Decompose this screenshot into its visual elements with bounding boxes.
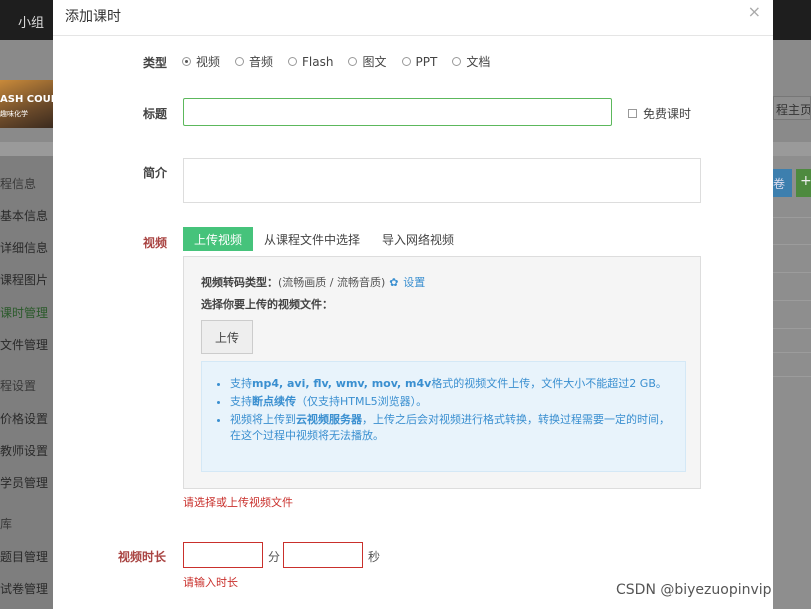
background-row-line (773, 352, 811, 353)
video-label: 视频 (143, 236, 168, 250)
free-lesson-checkbox[interactable]: 免费课时 (628, 105, 691, 122)
free-lesson-label: 免费课时 (643, 107, 692, 121)
duration-error-text: 请输入时长 (183, 576, 238, 589)
upload-info-list: 支持mp4, avi, flv, wmv, mov, m4v格式的视频文件上传，… (230, 376, 670, 446)
background-row-line (773, 217, 811, 218)
modal-header: 添加课时 × (53, 0, 773, 36)
course-thumbnail-title: ASH COURSE (0, 94, 54, 105)
modal-title: 添加课时 (65, 9, 121, 25)
transcode-value: (流畅画质 / 流畅音质) (278, 276, 386, 289)
duration-label: 视频时长 (118, 550, 167, 564)
radio-label: PPT (415, 54, 438, 69)
background-main-panel (773, 156, 811, 609)
radio-label: Flash (302, 54, 334, 69)
upload-button[interactable]: 上传 (201, 320, 253, 354)
title-label: 标题 (143, 107, 168, 121)
add-lesson-modal: 添加课时 × 类型 视频 音频 Flash 图文 PPT 文档 标题 免费课时 简介 视频… (53, 0, 773, 609)
watermark: CSDN @biyezuopinvip (616, 582, 772, 598)
sidebar-item[interactable]: 试卷管理 (0, 580, 54, 597)
radio-button[interactable] (235, 57, 245, 66)
choose-file-text: 选择你要上传的视频文件： (201, 298, 333, 311)
sidebar-item[interactable]: 课程图片 (0, 271, 54, 288)
radio-button[interactable] (452, 57, 462, 66)
upload-info-post: （仅支持HTML5浏览器）。 (296, 395, 428, 408)
background-row-line (773, 300, 811, 301)
type-radio-option[interactable]: 文档 (452, 53, 490, 70)
background-row-line (773, 328, 811, 329)
upload-panel: 视频转码类型： (流畅画质 / 流畅音质) ✿ 设置 选择你要上传的视频文件： … (183, 256, 701, 489)
background-add-button[interactable]: + (796, 169, 811, 197)
upload-info-box: 支持mp4, avi, flv, wmv, mov, m4v格式的视频文件上传，… (201, 361, 686, 472)
upload-info-bold: mp4, avi, flv, wmv, mov, m4v (252, 377, 432, 390)
type-radio-group: 视频 音频 Flash 图文 PPT 文档 (182, 53, 505, 70)
radio-label: 文档 (466, 55, 491, 69)
radio-label: 音频 (249, 55, 274, 69)
background-row-line (773, 272, 811, 273)
sidebar: 程信息基本信息详细信息课程图片课时管理文件管理程设置价格设置教师设置学员管理库题… (0, 156, 54, 609)
course-thumbnail: ASH COURSE 趣味化学 (0, 80, 54, 128)
background-row-line (773, 376, 811, 377)
upload-info-bold: 断点续传 (252, 395, 296, 408)
background-blue-button[interactable]: 卷 (773, 169, 792, 197)
upload-info-item: 支持mp4, avi, flv, wmv, mov, m4v格式的视频文件上传，… (230, 376, 670, 392)
radio-button[interactable] (182, 57, 191, 66)
background-row-line (773, 244, 811, 245)
course-thumbnail-subtitle: 趣味化学 (0, 110, 28, 118)
upload-info-pre: 支持 (230, 395, 252, 408)
transcode-settings-link[interactable]: 设置 (403, 274, 425, 290)
close-icon[interactable]: × (748, 2, 761, 21)
sidebar-item: 程信息 (0, 177, 37, 191)
upload-info-pre: 支持 (230, 377, 252, 390)
sidebar-item[interactable]: 题目管理 (0, 548, 54, 565)
transcode-key: 视频转码类型： (201, 276, 278, 289)
radio-label: 图文 (362, 55, 387, 69)
video-source-tab[interactable]: 导入网络视频 (371, 227, 465, 251)
checkbox-box[interactable] (628, 109, 637, 118)
summary-label: 简介 (143, 166, 168, 180)
type-radio-option[interactable]: 图文 (348, 53, 387, 70)
video-error-text: 请选择或上传视频文件 (183, 496, 293, 509)
minutes-unit: 分 (268, 550, 281, 564)
upload-info-bold: 云视频服务器 (296, 413, 362, 426)
sidebar-item[interactable]: 课时管理 (0, 304, 54, 321)
sidebar-item[interactable]: 价格设置 (0, 410, 54, 427)
video-source-tab[interactable]: 上传视频 (183, 227, 254, 251)
upload-info-pre: 视频将上传到 (230, 413, 296, 426)
video-source-tab[interactable]: 从课程文件中选择 (253, 227, 371, 251)
nav-item-group[interactable]: 小组 (18, 12, 44, 31)
radio-label: 视频 (196, 55, 221, 69)
sidebar-item[interactable]: 教师设置 (0, 442, 54, 459)
upload-info-item: 支持断点续传（仅支持HTML5浏览器）。 (230, 394, 670, 410)
summary-editor[interactable] (183, 158, 701, 203)
sidebar-item[interactable]: 详细信息 (0, 239, 54, 256)
type-label: 类型 (143, 56, 168, 70)
video-source-tabs: 上传视频 从课程文件中选择 导入网络视频 (183, 227, 465, 251)
type-radio-option[interactable]: Flash (288, 53, 333, 70)
sidebar-item[interactable]: 文件管理 (0, 336, 54, 353)
type-radio-option[interactable]: PPT (401, 53, 438, 70)
upload-info-item: 视频将上传到云视频服务器，上传之后会对视频进行格式转换，转换过程需要一定的时间，… (230, 412, 670, 444)
course-home-link[interactable]: 程主页 (773, 96, 811, 120)
radio-button[interactable] (288, 57, 298, 66)
sidebar-item: 库 (0, 517, 13, 531)
transcode-line: 视频转码类型： (流畅画质 / 流畅音质) ✿ 设置 (201, 274, 425, 290)
sidebar-item[interactable]: 学员管理 (0, 474, 54, 491)
radio-button[interactable] (348, 57, 358, 66)
type-radio-option[interactable]: 视频 (182, 53, 220, 70)
upload-info-post: 格式的视频文件上传，文件大小不能超过2 GB。 (431, 377, 667, 390)
seconds-input[interactable] (283, 542, 363, 568)
seconds-unit: 秒 (368, 550, 381, 564)
title-input[interactable] (183, 98, 612, 126)
minutes-input[interactable] (183, 542, 263, 568)
gear-icon[interactable]: ✿ (389, 277, 400, 288)
sidebar-item[interactable]: 基本信息 (0, 207, 54, 224)
radio-button[interactable] (401, 57, 411, 66)
type-radio-option[interactable]: 音频 (235, 53, 273, 70)
sidebar-item: 程设置 (0, 379, 37, 393)
